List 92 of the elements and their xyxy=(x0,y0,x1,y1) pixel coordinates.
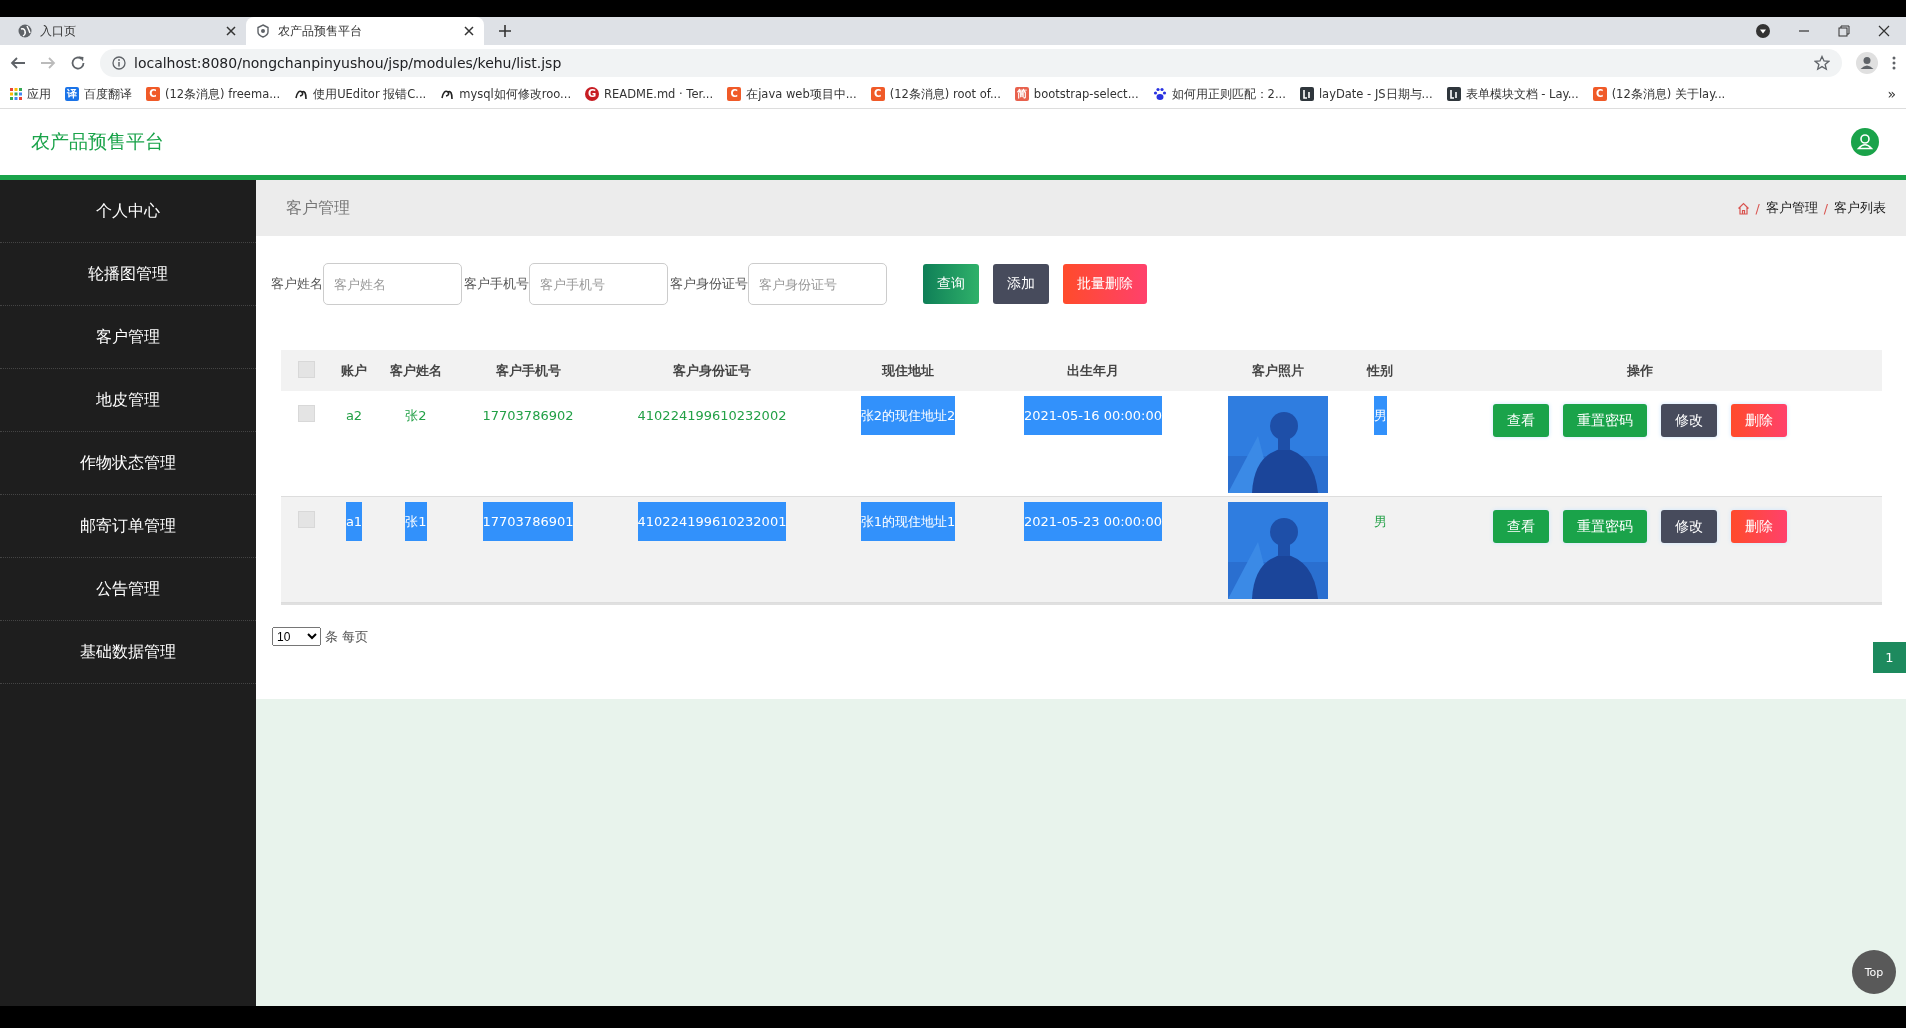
table-cell-text: 张2 xyxy=(405,407,427,425)
input-field[interactable]: 客户姓名 xyxy=(323,263,462,305)
table-cell: a1 xyxy=(345,502,363,541)
site-icon xyxy=(1446,87,1461,101)
dropdown-icon[interactable] xyxy=(1756,24,1770,38)
shield-icon xyxy=(256,24,270,38)
user-icon[interactable] xyxy=(1851,128,1879,156)
breadcrumb-separator: / xyxy=(1755,200,1760,216)
table-cell-text: 410224199610232002 xyxy=(637,407,787,425)
table-cell: 张2的现住地址2 xyxy=(860,396,956,435)
field-label: 客户身份证号 xyxy=(670,275,748,293)
table-cell-text: a2 xyxy=(345,407,363,425)
browser-tab[interactable]: 农产品预售平台 xyxy=(246,17,484,45)
column-header: 客户手机号 xyxy=(494,361,562,380)
close-icon[interactable] xyxy=(226,26,236,36)
swirl-icon xyxy=(440,87,455,101)
bookmark[interactable]: layDate - JS日期与... xyxy=(1299,86,1433,102)
column-header: 出生年月 xyxy=(1066,361,1120,380)
column-header: 操作 xyxy=(1625,361,1654,380)
bookmark[interactable]: mysql如何修改roo... xyxy=(440,86,572,102)
back-to-top-button[interactable]: Top xyxy=(1852,950,1896,994)
globe-icon xyxy=(18,24,32,38)
address-bar[interactable]: localhost:8080/nongchanpinyushou/jsp/modules/kehu/list.jsp xyxy=(100,48,1842,77)
bookmark[interactable]: 应用 xyxy=(10,86,51,102)
page-size-select[interactable]: 10 xyxy=(272,627,321,646)
checkbox[interactable] xyxy=(297,511,315,528)
checkbox[interactable] xyxy=(297,360,315,378)
breadcrumb-link[interactable]: 客户管理 xyxy=(1765,199,1818,217)
column-header: 客户照片 xyxy=(1251,361,1305,380)
bookmark[interactable]: 如何用正则匹配：2... xyxy=(1152,86,1286,102)
query-button[interactable]: 查询 xyxy=(923,264,979,304)
checkbox[interactable] xyxy=(297,405,315,422)
more-bookmarks-button[interactable]: » xyxy=(1887,86,1896,102)
back-icon[interactable] xyxy=(10,54,26,71)
apps-icon xyxy=(10,88,22,100)
bookmark[interactable]: G README.md · Ter... xyxy=(585,87,714,101)
table-cell: 410224199610232001 xyxy=(637,502,787,541)
menu-icon[interactable] xyxy=(1892,54,1896,71)
add-button[interactable]: 添加 xyxy=(993,264,1049,304)
page-button[interactable]: 1 xyxy=(1873,642,1906,673)
column-header: 现住地址 xyxy=(880,361,935,380)
close-icon[interactable] xyxy=(464,26,474,36)
table-cell: 2021-05-23 00:00:00 xyxy=(1023,502,1163,541)
bookmark[interactable]: 使用UEditor 报错C... xyxy=(294,86,427,102)
edit-button[interactable]: 修改 xyxy=(1660,510,1717,543)
column-header: 性别 xyxy=(1365,361,1394,380)
table-cell-text: 男 xyxy=(1373,513,1387,531)
bookmark[interactable]: C 在java web项目中... xyxy=(727,86,857,102)
browser-tab[interactable]: 入口页 xyxy=(8,17,246,45)
new-tab-icon[interactable] xyxy=(498,24,512,38)
column-header: 客户身份证号 xyxy=(672,361,752,380)
field-label: 客户姓名 xyxy=(271,275,323,293)
table-cell: 张1 xyxy=(405,502,427,541)
breadcrumb-link[interactable]: 客户列表 xyxy=(1834,199,1886,217)
star-icon[interactable] xyxy=(1814,54,1830,71)
input-field[interactable]: 客户身份证号 xyxy=(748,263,887,305)
restore-icon[interactable] xyxy=(1838,25,1850,37)
bookmark[interactable]: 译 百度翻译 xyxy=(65,86,132,102)
site-title: 农产品预售平台 xyxy=(31,129,164,154)
table-cell: 2021-05-16 00:00:00 xyxy=(1023,396,1163,435)
home-icon[interactable] xyxy=(1736,201,1750,215)
column-header: 客户姓名 xyxy=(389,361,443,380)
site-icon: C xyxy=(146,87,160,101)
table-cell: 17703786901 xyxy=(482,502,574,541)
site-icon: 简 xyxy=(1014,87,1029,101)
profile-icon[interactable] xyxy=(1856,51,1878,74)
table-cell-text: 17703786902 xyxy=(482,407,574,425)
site-icon: C xyxy=(727,87,742,101)
table-cell: 张1的现住地址1 xyxy=(860,502,956,541)
bookmark[interactable]: C (12条消息) freema... xyxy=(146,86,281,102)
site-icon: G xyxy=(585,87,600,101)
field-label: 客户手机号 xyxy=(464,275,529,293)
reload-icon[interactable] xyxy=(70,54,86,71)
swirl-icon xyxy=(294,87,309,101)
site-icon xyxy=(1299,87,1314,101)
page-title: 客户管理 xyxy=(286,197,350,219)
bookmark[interactable]: C (12条消息) 关于lay... xyxy=(1592,86,1726,102)
bookmark[interactable]: 简 bootstrap-select... xyxy=(1014,87,1139,101)
site-icon: C xyxy=(1592,87,1607,101)
bookmark[interactable]: C (12条消息) root of... xyxy=(870,86,1001,102)
page-size-label: 条 每页 xyxy=(325,627,369,646)
edit-button[interactable]: 修改 xyxy=(1660,404,1717,437)
bookmark[interactable]: 表单模块文档 - Lay... xyxy=(1446,86,1579,102)
table-cell: 男 xyxy=(1373,396,1387,435)
site-icon: C xyxy=(870,87,885,101)
breadcrumb-separator: / xyxy=(1823,200,1828,216)
site-icon: 译 xyxy=(65,87,79,101)
column-header: 账户 xyxy=(340,361,368,380)
info-icon[interactable] xyxy=(112,55,126,70)
input-field[interactable]: 客户手机号 xyxy=(529,263,668,305)
close-icon[interactable] xyxy=(1878,25,1890,37)
paw-icon xyxy=(1152,87,1167,101)
